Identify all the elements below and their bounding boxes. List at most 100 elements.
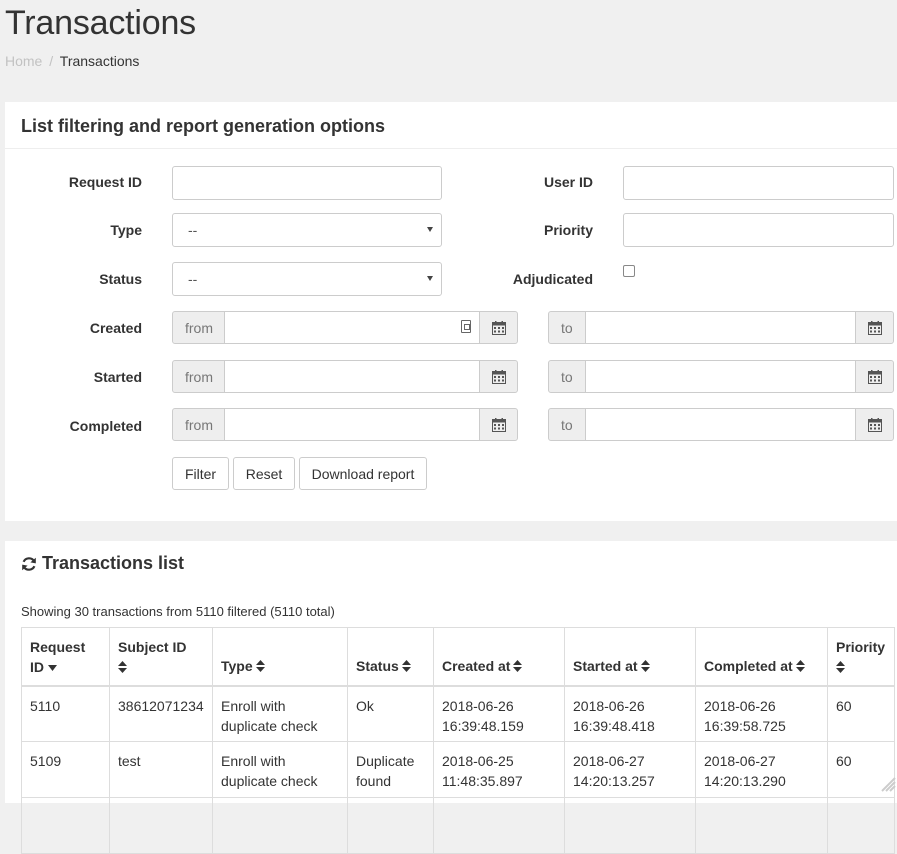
- sort-icon: [795, 659, 805, 672]
- user-id-input[interactable]: [623, 166, 894, 200]
- started-from-calendar-button[interactable]: [479, 360, 518, 393]
- cell-subject-id: test: [109, 741, 213, 798]
- created-to-group: to: [548, 311, 894, 344]
- reset-button[interactable]: Reset: [233, 457, 295, 490]
- adjudicated-checkbox[interactable]: [623, 265, 635, 277]
- table-row[interactable]: 5109 test Enroll with duplicate check Dup…: [21, 741, 895, 798]
- status-select[interactable]: --: [172, 262, 442, 296]
- priority-input[interactable]: [623, 213, 894, 247]
- created-to-input[interactable]: [586, 311, 855, 344]
- sort-icon: [401, 659, 411, 672]
- status-select-value: --: [188, 271, 198, 287]
- completed-from-calendar-button[interactable]: [479, 408, 518, 441]
- filter-button[interactable]: Filter: [172, 457, 229, 490]
- calendar-icon: [868, 370, 882, 384]
- column-header-status[interactable]: Status: [347, 627, 434, 687]
- completed-to-addon: to: [548, 408, 586, 441]
- column-header-created-at[interactable]: Created at: [433, 627, 565, 687]
- sort-icon: [513, 659, 523, 672]
- adjudicated-label: Adjudicated: [512, 271, 593, 287]
- started-to-calendar-button[interactable]: [855, 360, 894, 393]
- column-header-subject-id[interactable]: Subject ID: [109, 627, 213, 687]
- completed-label: Completed: [69, 418, 142, 434]
- created-from-input[interactable]: [225, 311, 479, 344]
- completed-from-input[interactable]: [225, 408, 479, 441]
- calendar-icon: [492, 370, 506, 384]
- sort-down-icon: [48, 665, 57, 671]
- transactions-summary: Showing 30 transactions from 5110 filter…: [21, 604, 335, 619]
- transactions-table: Request ID Subject ID Type Status Create…: [21, 627, 895, 854]
- completed-to-calendar-button[interactable]: [855, 408, 894, 441]
- transactions-panel: Transactions list Showing 30 transaction…: [5, 541, 897, 854]
- completed-from-group: from: [172, 408, 518, 441]
- calendar-icon: [492, 321, 506, 335]
- cell-priority: 60: [827, 685, 895, 742]
- started-from-addon: from: [172, 360, 225, 393]
- filter-panel-title: List filtering and report generation opt…: [21, 116, 386, 136]
- column-header-started-at[interactable]: Started at: [564, 627, 696, 687]
- cell-request-id: 5109: [21, 741, 110, 798]
- sort-icon: [118, 661, 127, 673]
- chevron-down-icon: [427, 276, 433, 281]
- created-from-calendar-button[interactable]: [479, 311, 518, 344]
- sort-icon: [640, 659, 650, 672]
- cell-subject-id: 38612071234: [109, 685, 213, 742]
- breadcrumb-current: Transactions: [59, 53, 140, 69]
- cell-started-at: 2018-06-27 14:20:13.257: [564, 741, 696, 798]
- download-report-button[interactable]: Download report: [299, 457, 427, 490]
- started-from-group: from: [172, 360, 518, 393]
- breadcrumb-home-link[interactable]: Home: [5, 53, 42, 69]
- cell-completed-at: 2018-06-26 16:39:58.725: [695, 685, 828, 742]
- user-id-label: User ID: [543, 174, 593, 190]
- refresh-icon[interactable]: [21, 556, 37, 572]
- column-header-priority[interactable]: Priority: [827, 627, 895, 687]
- created-from-group: from: [172, 311, 518, 344]
- request-id-input[interactable]: [172, 166, 442, 200]
- sort-icon: [255, 659, 265, 672]
- started-to-group: to: [548, 360, 894, 393]
- cell-status: Ok: [347, 685, 434, 742]
- type-select[interactable]: --: [172, 213, 442, 247]
- type-select-value: --: [188, 222, 198, 238]
- page-header: Transactions Home / Transactions: [5, 0, 897, 88]
- table-row[interactable]: 5110 38612071234 Enroll with duplicate ch…: [21, 685, 895, 742]
- breadcrumb: Home / Transactions: [5, 53, 139, 69]
- date-picker-icon[interactable]: [461, 320, 471, 333]
- filter-panel: List filtering and report generation opt…: [5, 102, 897, 521]
- created-to-addon: to: [548, 311, 586, 344]
- page-title: Transactions: [5, 4, 196, 42]
- cell-type: Enroll with duplicate check: [212, 685, 348, 742]
- created-to-calendar-button[interactable]: [855, 311, 894, 344]
- calendar-icon: [868, 418, 882, 432]
- column-header-request-id[interactable]: Request ID: [21, 627, 110, 687]
- created-label: Created: [89, 320, 142, 336]
- chevron-down-icon: [427, 227, 433, 232]
- table-header-row: Request ID Subject ID Type Status Create…: [21, 627, 895, 687]
- request-id-label: Request ID: [68, 174, 142, 190]
- column-header-type[interactable]: Type: [212, 627, 348, 687]
- sort-icon: [836, 661, 845, 673]
- cell-request-id: 5110: [21, 685, 110, 742]
- started-from-input[interactable]: [225, 360, 479, 393]
- type-label: Type: [110, 222, 142, 238]
- column-header-completed-at[interactable]: Completed at: [695, 627, 828, 687]
- priority-label: Priority: [543, 222, 593, 238]
- cell-completed-at: 2018-06-27 14:20:13.290: [695, 741, 828, 798]
- calendar-icon: [868, 321, 882, 335]
- transactions-panel-title: Transactions list: [42, 553, 185, 573]
- completed-to-input[interactable]: [586, 408, 855, 441]
- created-from-addon: from: [172, 311, 225, 344]
- status-label: Status: [99, 271, 142, 287]
- cell-started-at: 2018-06-26 16:39:48.418: [564, 685, 696, 742]
- started-label: Started: [93, 369, 142, 385]
- cell-created-at: 2018-06-26 16:39:48.159: [433, 685, 565, 742]
- filter-panel-heading: List filtering and report generation opt…: [5, 102, 897, 149]
- cell-status: Duplicate found: [347, 741, 434, 798]
- cell-type: Enroll with duplicate check: [212, 741, 348, 798]
- calendar-icon: [492, 418, 506, 432]
- started-to-input[interactable]: [586, 360, 855, 393]
- cell-created-at: 2018-06-25 11:48:35.897: [433, 741, 565, 798]
- scroll-corner-icon: [881, 777, 896, 792]
- table-row[interactable]: [21, 797, 895, 854]
- started-to-addon: to: [548, 360, 586, 393]
